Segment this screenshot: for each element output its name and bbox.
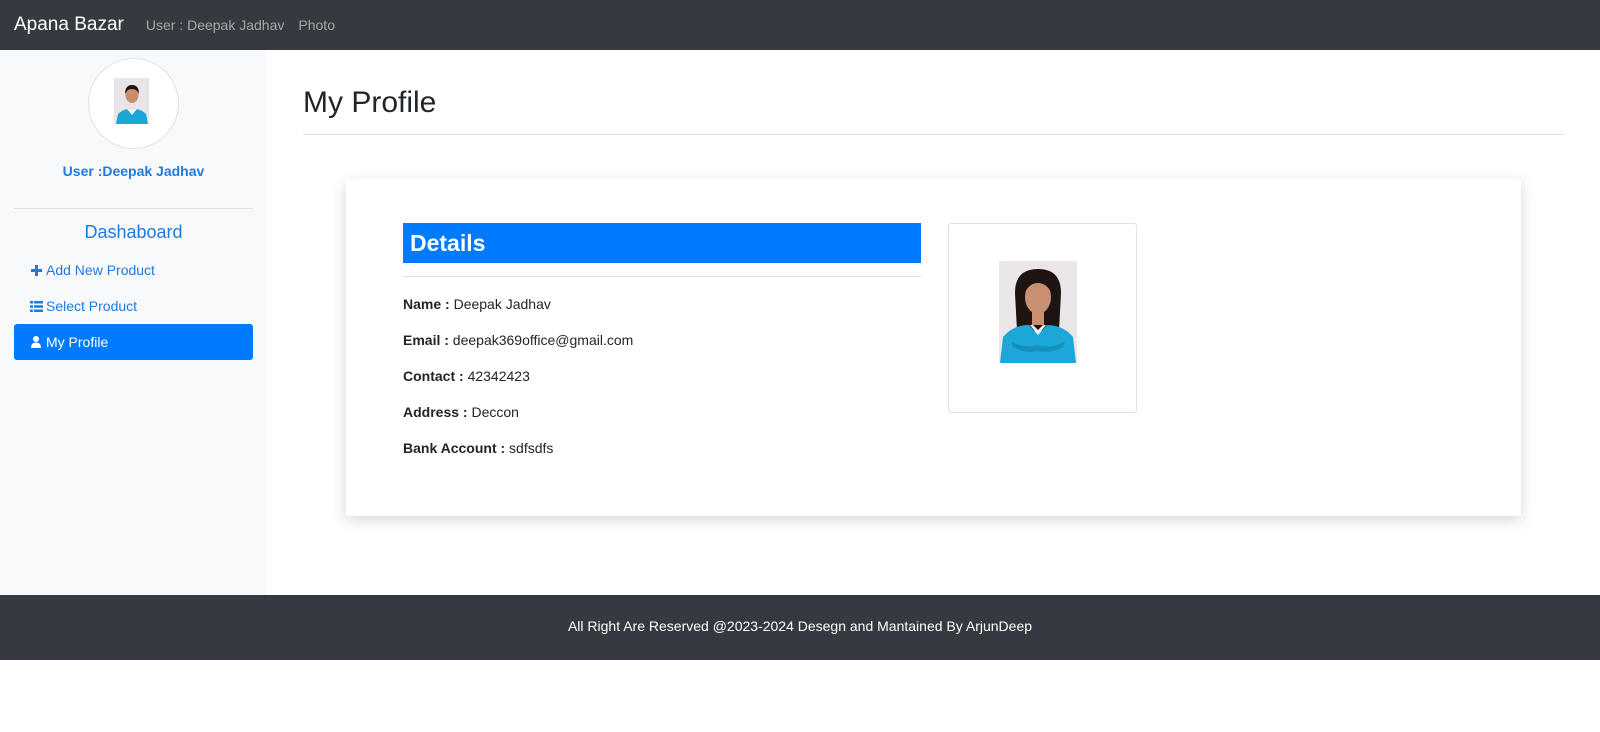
sidebar-item-label: Select Product	[46, 298, 138, 314]
nav-photo-link[interactable]: Photo	[298, 17, 335, 33]
details-divider	[403, 276, 921, 277]
profile-photo-frame	[948, 223, 1137, 413]
field-value: 42342423	[467, 368, 530, 384]
profile-photo	[999, 261, 1077, 363]
field-email: Email : deepak369office@gmail.com	[403, 332, 633, 348]
avatar-photo	[114, 78, 149, 124]
field-label: Address :	[403, 404, 468, 420]
footer: All Right Are Reserved @2023-2024 Desegn…	[0, 595, 1600, 660]
top-navbar: Apana Bazar User : Deepak Jadhav Photo	[0, 0, 1600, 50]
details-header: Details	[403, 223, 921, 263]
sidebar-item-my-profile[interactable]: My Profile	[14, 324, 253, 360]
title-divider	[303, 134, 1565, 135]
list-icon	[28, 298, 44, 314]
plus-icon	[28, 262, 44, 278]
page-title: My Profile	[303, 86, 437, 119]
sidebar: User :Deepak Jadhav Dashaboard Add New P…	[0, 50, 267, 595]
field-value: deepak369office@gmail.com	[452, 332, 634, 348]
field-label: Email :	[403, 332, 449, 348]
user-icon	[28, 334, 44, 350]
field-value: sdfsdfs	[509, 440, 554, 456]
field-value: Deepak Jadhav	[453, 296, 551, 312]
field-address: Address : Deccon	[403, 404, 519, 420]
profile-card: Details Name : Deepak Jadhav Email : dee…	[346, 179, 1521, 516]
sidebar-item-label: My Profile	[46, 334, 109, 350]
field-contact: Contact : 42342423	[403, 368, 530, 384]
brand-link[interactable]: Apana Bazar	[14, 14, 124, 36]
dashboard-title: Dashaboard	[84, 222, 183, 242]
sidebar-item-add-new-product[interactable]: Add New Product	[14, 252, 253, 288]
sidebar-item-label: Add New Product	[46, 262, 155, 278]
field-name: Name : Deepak Jadhav	[403, 296, 551, 312]
field-label: Contact :	[403, 368, 464, 384]
field-value: Deccon	[471, 404, 519, 420]
nav-user-link[interactable]: User : Deepak Jadhav	[146, 17, 285, 33]
footer-text: All Right Are Reserved @2023-2024 Desegn…	[567, 617, 1033, 634]
avatar	[88, 58, 179, 149]
field-label: Bank Account :	[403, 440, 506, 456]
field-bank-account: Bank Account : sdfsdfs	[403, 440, 553, 456]
sidebar-user-label: User :Deepak Jadhav	[62, 163, 205, 179]
sidebar-item-select-product[interactable]: Select Product	[14, 288, 253, 324]
sidebar-divider	[14, 208, 253, 209]
field-label: Name :	[403, 296, 450, 312]
